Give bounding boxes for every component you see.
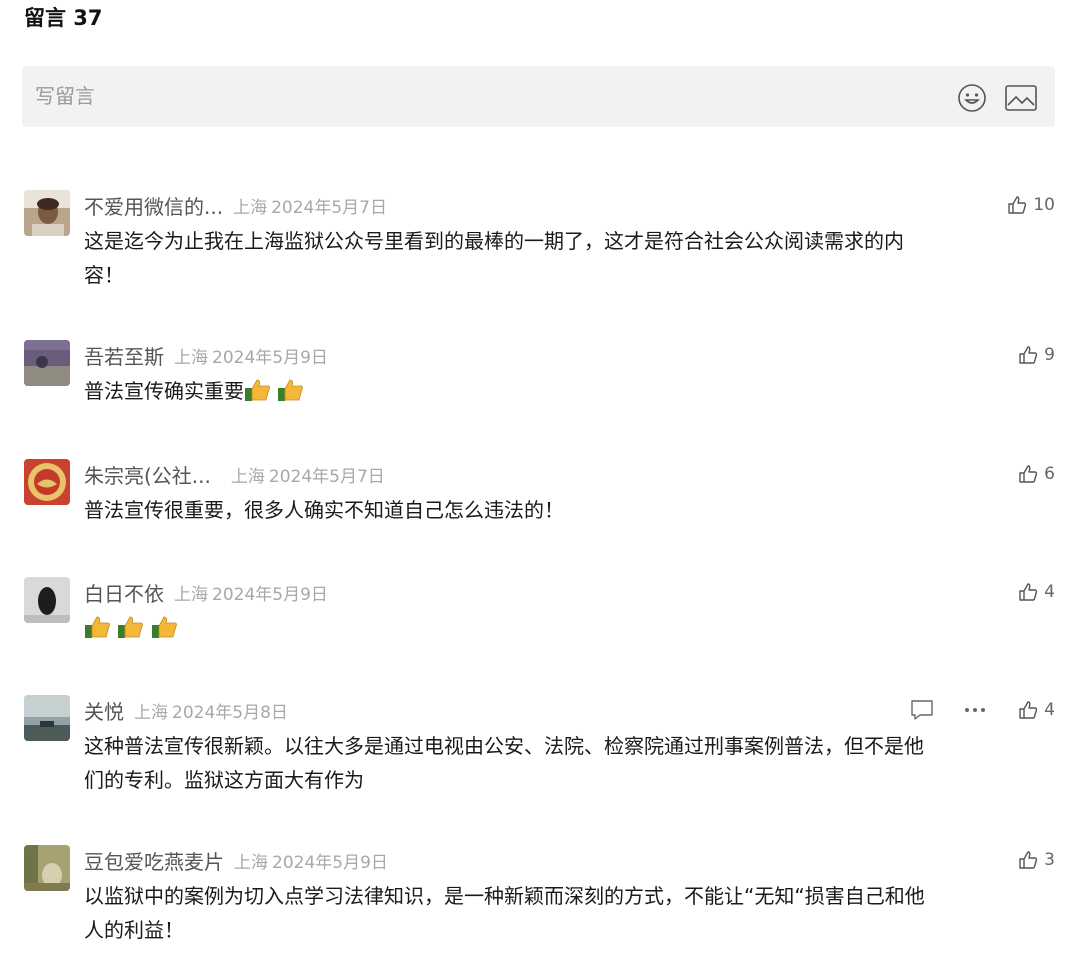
thumbs-up-emoji (85, 616, 110, 638)
comment-text: 普法宣传很重要，很多人确实不知道自己怎么违法的！ (84, 498, 564, 522)
location: 上海 (233, 197, 268, 218)
comment-text: 这种普法宣传很新颖。以往大多是通过电视由公安、法院、检察院通过刑事案例普法，但不… (84, 729, 1054, 797)
date: 2024年5月9日 (212, 584, 328, 605)
thumbs-up-emoji-group (244, 378, 304, 412)
comment-text: 以监狱中的案例为切入点学习法律知识，是一种新颖而深刻的方式，不能让“无知“损害自… (84, 879, 1054, 947)
comment-text-line: 容！ (84, 263, 124, 287)
like-count: 4 (1044, 582, 1055, 602)
image-icon[interactable] (1005, 85, 1037, 111)
like-count: 3 (1044, 850, 1055, 870)
comment-text-line: 人的利益！ (84, 918, 184, 942)
thumbs-up-icon (1019, 465, 1038, 483)
date: 2024年5月8日 (172, 702, 288, 723)
thumbs-up-emoji (151, 616, 177, 638)
comment-text-line: 这种普法宣传很新颖。以往大多是通过电视由公安、法院、检察院通过刑事案例普法，但不… (84, 734, 924, 758)
date: 2024年5月9日 (212, 347, 328, 368)
thumbs-up-emoji (245, 379, 270, 401)
location: 上海 (234, 852, 268, 873)
like-count: 4 (1044, 700, 1055, 720)
like-button[interactable]: 4 (1018, 579, 1055, 605)
date: 2024年5月9日 (272, 852, 388, 873)
like-count: 6 (1044, 464, 1055, 484)
date: 2024年5月7日 (271, 197, 387, 218)
like-count: 10 (1033, 195, 1055, 215)
comment-input[interactable]: 写留言 (22, 66, 1055, 127)
thumbs-up-icon (1008, 196, 1027, 214)
like-button[interactable]: 9 (1018, 342, 1055, 368)
comment-text-line: 们的专利。监狱这方面大有作为 (84, 768, 364, 792)
like-button[interactable]: 6 (1018, 461, 1055, 487)
nickname[interactable]: 豆包爱吃燕麦片 (84, 846, 224, 875)
avatar[interactable] (24, 845, 70, 891)
thumbs-up-icon (1019, 583, 1038, 601)
nickname[interactable]: 不爱用微信的... (84, 191, 223, 220)
location: 上海 (174, 584, 208, 605)
thumbs-up-emoji-group (84, 615, 178, 649)
avatar[interactable] (24, 695, 70, 741)
comment-actions (910, 697, 986, 723)
comments-title: 留言 37 (24, 6, 103, 30)
emoji-smile-icon[interactable] (957, 83, 987, 113)
avatar[interactable] (24, 459, 70, 505)
thumbs-up-emoji (118, 616, 144, 638)
location: 上海 (230, 466, 265, 487)
nickname[interactable]: 朱宗亮(公社... (84, 460, 211, 489)
avatar[interactable] (24, 340, 70, 386)
location: 上海 (134, 702, 168, 723)
avatar[interactable] (24, 577, 70, 623)
thumbs-up-icon (1019, 346, 1038, 364)
like-button[interactable]: 4 (1018, 697, 1055, 723)
comment-text-line: 普法宣传确实重要 (84, 379, 244, 403)
date: 2024年5月7日 (268, 466, 385, 487)
thumbs-up-icon (1019, 701, 1038, 719)
nickname[interactable]: 关悦 (84, 696, 124, 725)
location: 上海 (174, 347, 208, 368)
comment-text: 普法宣传确实重要 (84, 374, 1054, 412)
comment-text-line: 以监狱中的案例为切入点学习法律知识，是一种新颖而深刻的方式，不能让“无知“损害自… (84, 884, 925, 908)
like-count: 9 (1044, 345, 1055, 365)
avatar[interactable] (24, 190, 70, 236)
like-button[interactable]: 10 (1007, 192, 1055, 218)
comment-text-line: 这是迄今为止我在上海监狱公众号里看到的最棒的一期了，这才是符合社会公众阅读需求的… (84, 229, 904, 253)
nickname[interactable]: 白日不依 (84, 578, 164, 607)
reply-icon[interactable] (910, 699, 934, 721)
nickname[interactable]: 吾若至斯 (84, 341, 164, 370)
more-icon[interactable] (964, 707, 986, 713)
like-button[interactable]: 3 (1018, 847, 1055, 873)
comment-text: 这是迄今为止我在上海监狱公众号里看到的最棒的一期了，这才是符合社会公众阅读需求的… (84, 224, 1054, 292)
thumbs-up-emoji (278, 379, 304, 401)
thumbs-up-icon (1019, 851, 1038, 869)
comment-input-placeholder: 写留言 (35, 84, 95, 108)
comment-text (84, 611, 1054, 649)
